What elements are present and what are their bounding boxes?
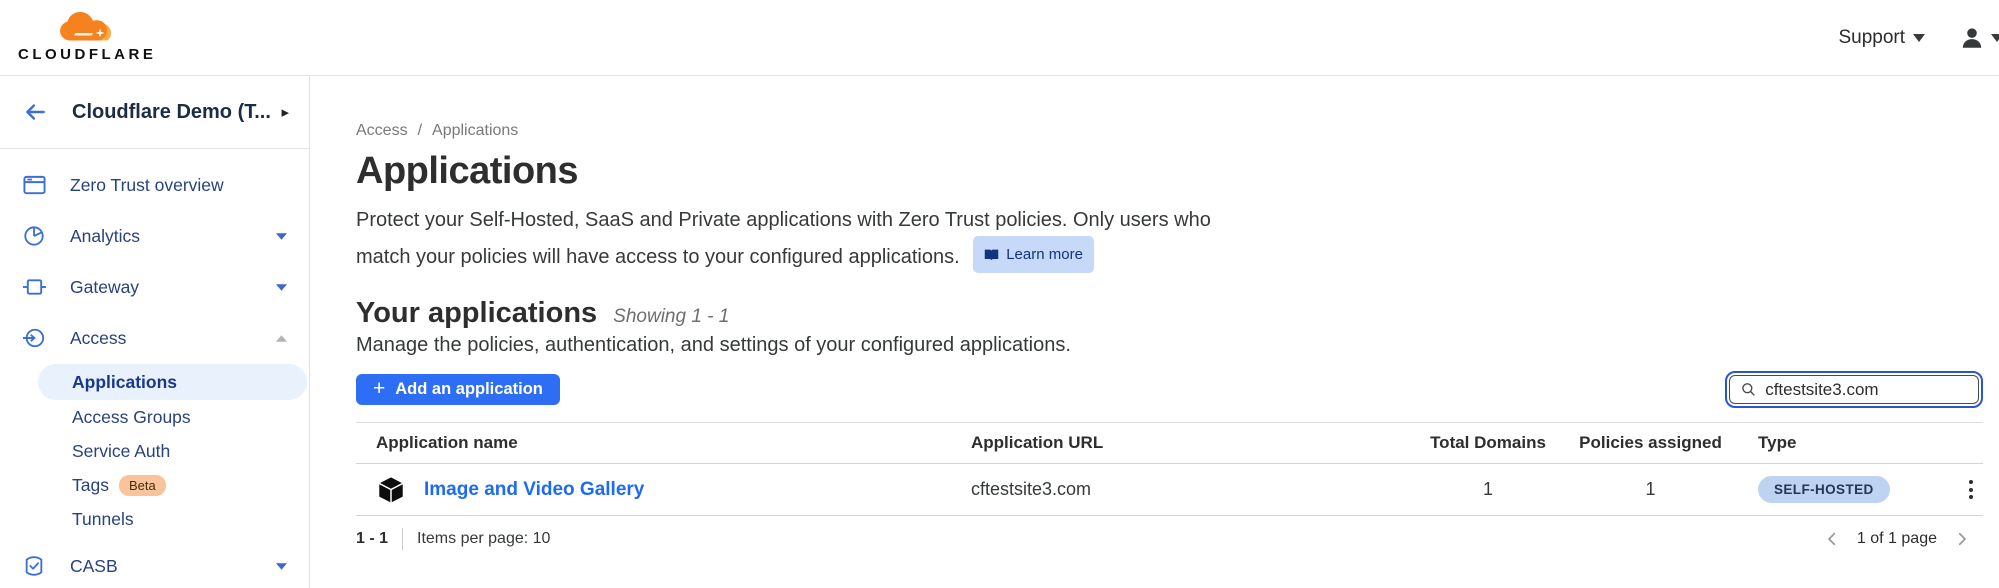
sidebar-item-label: Tunnels bbox=[72, 509, 134, 530]
cloudflare-logo-text: CLOUDFLARE bbox=[18, 46, 156, 63]
sidebar-item-label: Tags bbox=[72, 475, 109, 496]
next-page-button[interactable] bbox=[1953, 530, 1971, 548]
table-header: Application name Application URL Total D… bbox=[356, 422, 1983, 464]
chevron-up-icon bbox=[276, 335, 287, 342]
sidebar-item-label: Zero Trust overview bbox=[70, 175, 287, 196]
sidebar-item-label: Service Auth bbox=[72, 441, 170, 462]
application-link[interactable]: Image and Video Gallery bbox=[424, 479, 644, 501]
main-content: Access / Applications Applications Prote… bbox=[310, 76, 1999, 588]
table-row: Image and Video Gallery cftestsite3.com … bbox=[356, 464, 1983, 516]
column-application-url: Application URL bbox=[971, 433, 1413, 453]
divider bbox=[402, 528, 403, 550]
user-menu[interactable] bbox=[1959, 25, 1999, 51]
learn-more-label: Learn more bbox=[1006, 239, 1083, 270]
chevron-down-icon bbox=[1991, 34, 1999, 42]
sidebar-item-casb[interactable]: CASB bbox=[0, 546, 309, 586]
overview-window-icon bbox=[22, 173, 46, 197]
sidebar-item-label: Analytics bbox=[70, 226, 270, 247]
policies-assigned-value: 1 bbox=[1563, 479, 1738, 500]
casb-check-icon bbox=[22, 554, 46, 578]
gateway-icon bbox=[22, 275, 46, 299]
page-indicator: 1 of 1 page bbox=[1857, 530, 1937, 548]
sidebar-item-access[interactable]: Access bbox=[0, 318, 309, 358]
breadcrumb-separator: / bbox=[418, 122, 422, 140]
page-description: Protect your Self-Hosted, SaaS and Priva… bbox=[356, 205, 1256, 273]
sidebar-item-zero-trust-overview[interactable]: Zero Trust overview bbox=[0, 165, 309, 205]
support-label: Support bbox=[1838, 27, 1905, 49]
sidebar-item-gateway[interactable]: Gateway bbox=[0, 267, 309, 307]
breadcrumb: Access / Applications bbox=[356, 122, 1983, 140]
account-name: Cloudflare Demo (T... bbox=[72, 101, 275, 124]
back-arrow-icon[interactable] bbox=[22, 99, 48, 125]
column-type: Type bbox=[1738, 433, 1925, 453]
column-application-name: Application name bbox=[356, 433, 971, 453]
sidebar-item-access-groups[interactable]: Access Groups bbox=[0, 400, 309, 434]
analytics-pie-icon bbox=[22, 224, 46, 248]
account-switcher[interactable]: Cloudflare Demo (T... ▸ bbox=[0, 76, 309, 149]
chevron-right-icon: ▸ bbox=[281, 103, 289, 121]
top-header: CLOUDFLARE Support bbox=[0, 0, 1999, 76]
cloudflare-logo[interactable]: CLOUDFLARE bbox=[18, 12, 156, 63]
access-subnav: Applications Access Groups Service Auth … bbox=[0, 364, 309, 536]
breadcrumb-access[interactable]: Access bbox=[356, 122, 408, 140]
chevron-down-icon bbox=[276, 563, 287, 570]
user-icon bbox=[1959, 25, 1985, 51]
sidebar: Cloudflare Demo (T... ▸ Zero Trust overv… bbox=[0, 76, 310, 588]
row-actions-menu[interactable] bbox=[1959, 474, 1983, 505]
add-application-label: Add an application bbox=[395, 380, 543, 399]
page-title: Applications bbox=[356, 150, 1983, 193]
application-url: cftestsite3.com bbox=[971, 479, 1413, 500]
section-subtitle: Manage the policies, authentication, and… bbox=[356, 334, 1983, 357]
sidebar-item-tags[interactable]: Tags Beta bbox=[0, 468, 309, 502]
support-menu[interactable]: Support bbox=[1838, 27, 1925, 49]
search-input[interactable] bbox=[1765, 380, 1967, 400]
sidebar-item-service-auth[interactable]: Service Auth bbox=[0, 434, 309, 468]
chevron-down-icon bbox=[276, 233, 287, 240]
sidebar-item-label: Applications bbox=[72, 372, 177, 393]
sidebar-item-tunnels[interactable]: Tunnels bbox=[0, 502, 309, 536]
access-login-icon bbox=[22, 326, 46, 350]
chevron-down-icon bbox=[1913, 34, 1925, 42]
pagination: 1 - 1 Items per page: 10 1 of 1 page bbox=[356, 528, 1983, 550]
column-policies-assigned: Policies assigned bbox=[1563, 433, 1738, 453]
sidebar-item-label: Access bbox=[70, 328, 270, 349]
sidebar-item-analytics[interactable]: Analytics bbox=[0, 216, 309, 256]
app-cube-icon bbox=[376, 475, 406, 505]
showing-count: Showing 1 - 1 bbox=[613, 306, 729, 328]
sidebar-nav: Zero Trust overview Analytics bbox=[0, 149, 309, 586]
sidebar-item-label: Access Groups bbox=[72, 407, 191, 428]
sidebar-item-applications[interactable]: Applications bbox=[38, 364, 307, 400]
add-application-button[interactable]: + Add an application bbox=[356, 374, 560, 405]
breadcrumb-applications: Applications bbox=[432, 122, 518, 140]
chevron-down-icon bbox=[276, 284, 287, 291]
column-total-domains: Total Domains bbox=[1413, 433, 1563, 453]
total-domains-value: 1 bbox=[1413, 479, 1563, 500]
learn-more-badge[interactable]: Learn more bbox=[973, 236, 1094, 273]
beta-badge: Beta bbox=[119, 475, 166, 496]
cloudflare-cloud-icon bbox=[56, 12, 120, 45]
previous-page-button[interactable] bbox=[1823, 530, 1841, 548]
pagination-range: 1 - 1 bbox=[356, 530, 388, 548]
search-icon bbox=[1741, 381, 1756, 398]
plus-icon: + bbox=[373, 378, 385, 399]
items-per-page-select[interactable]: Items per page: 10 bbox=[417, 530, 550, 548]
book-icon bbox=[984, 248, 999, 261]
sidebar-item-label: CASB bbox=[70, 556, 270, 577]
sidebar-item-label: Gateway bbox=[70, 277, 270, 298]
type-badge: SELF-HOSTED bbox=[1758, 476, 1890, 503]
applications-table: Application name Application URL Total D… bbox=[356, 422, 1983, 516]
search-box bbox=[1725, 371, 1983, 408]
section-title: Your applications bbox=[356, 297, 597, 330]
